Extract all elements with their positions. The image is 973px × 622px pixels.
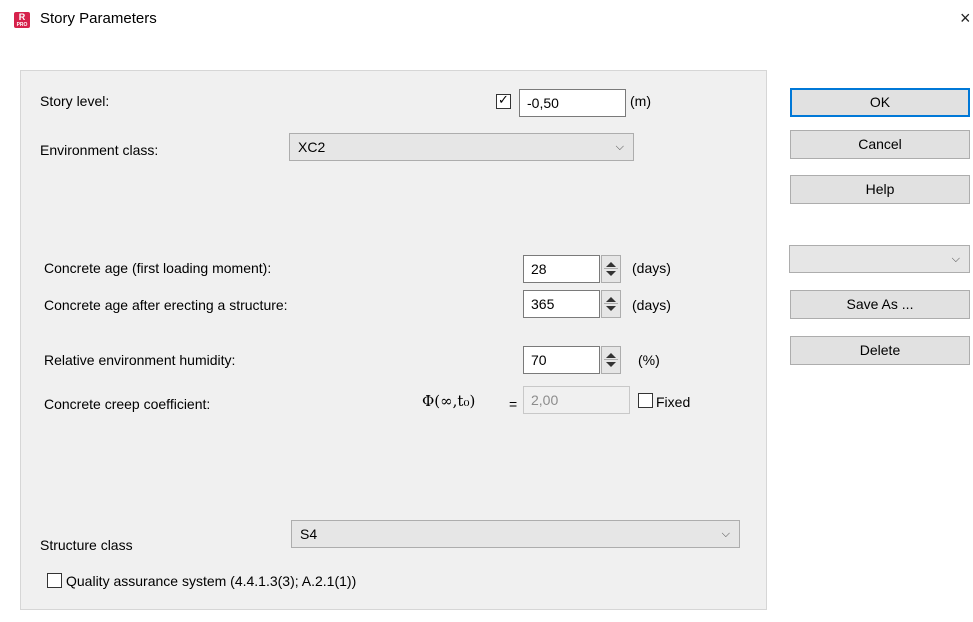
story-level-checkbox[interactable]: ✓ (496, 92, 511, 109)
close-icon[interactable]: × (960, 8, 971, 29)
creep-symbol: Φ(∞,t₀) (422, 392, 476, 410)
quality-assurance-label: Quality assurance system (4.4.1.3(3); A.… (66, 573, 357, 589)
ok-button[interactable]: OK (790, 88, 970, 117)
concrete-age-after-label: Concrete age after erecting a structure: (44, 297, 288, 313)
chevron-down-icon: ⌵ (615, 141, 624, 153)
story-level-label: Story level: (40, 93, 110, 109)
title-bar: R PRO Story Parameters × (0, 0, 973, 52)
cancel-button[interactable]: Cancel (790, 130, 970, 159)
preset-select[interactable]: ⌵ (789, 245, 970, 273)
concrete-age-first-unit: (days) (632, 260, 671, 276)
structure-class-label: Structure class (40, 537, 133, 553)
chevron-down-icon: ⌵ (721, 528, 730, 540)
environment-class-label: Environment class: (40, 142, 159, 158)
concrete-age-first-label: Concrete age (first loading moment): (44, 260, 272, 276)
structure-class-value: S4 (300, 526, 318, 542)
humidity-input[interactable]: 70 (523, 346, 600, 374)
chevron-down-icon: ⌵ (951, 253, 960, 265)
concrete-age-after-input[interactable]: 365 (523, 290, 600, 318)
environment-class-select[interactable]: XC2 ⌵ (289, 133, 634, 161)
app-icon-subtext: PRO (16, 22, 28, 28)
creep-equals: = (509, 396, 518, 412)
save-as-button[interactable]: Save As ... (790, 290, 970, 319)
concrete-age-first-input[interactable]: 28 (523, 255, 600, 283)
creep-value-input: 2,00 (523, 386, 630, 414)
app-icon: R PRO (14, 12, 30, 28)
story-level-unit: (m) (630, 93, 651, 109)
fixed-label: Fixed (656, 394, 691, 410)
concrete-age-after-unit: (days) (632, 297, 671, 313)
story-level-input[interactable]: -0,50 (519, 89, 626, 117)
humidity-spinner[interactable] (601, 346, 621, 374)
creep-label: Concrete creep coefficient: (44, 396, 211, 412)
fixed-checkbox[interactable] (638, 393, 653, 408)
checkmark-icon: ✓ (498, 92, 509, 107)
environment-class-value: XC2 (298, 139, 326, 155)
concrete-age-first-spinner[interactable] (601, 255, 621, 283)
structure-class-select[interactable]: S4 ⌵ (291, 520, 740, 548)
quality-assurance-checkbox[interactable] (47, 573, 62, 588)
humidity-label: Relative environment humidity: (44, 352, 236, 368)
delete-button[interactable]: Delete (790, 336, 970, 365)
app-icon-letter: R (18, 12, 26, 22)
concrete-age-after-spinner[interactable] (601, 290, 621, 318)
help-button[interactable]: Help (790, 175, 970, 204)
humidity-unit: (%) (638, 352, 660, 368)
window-title: Story Parameters (40, 10, 157, 27)
